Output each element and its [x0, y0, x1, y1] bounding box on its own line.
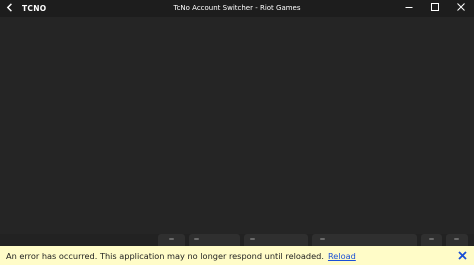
close-icon — [457, 249, 467, 263]
error-banner: An error has occurred. This application … — [0, 246, 474, 265]
platform-button[interactable] — [158, 234, 185, 246]
maximize-icon — [431, 3, 439, 14]
account-list-area — [0, 17, 474, 234]
upload-button[interactable] — [421, 234, 442, 246]
bottom-toolbar — [0, 234, 474, 246]
help-button[interactable] — [446, 234, 468, 246]
maximize-button[interactable] — [422, 0, 448, 17]
close-icon — [457, 3, 465, 14]
minimize-button[interactable] — [396, 0, 422, 17]
back-button[interactable] — [0, 0, 20, 17]
add-account-button[interactable] — [189, 234, 240, 246]
dismiss-button[interactable] — [455, 246, 469, 265]
arrow-left-icon — [6, 2, 15, 15]
title-bar: TCNO TcNo Account Switcher - Riot Games — [0, 0, 474, 17]
reload-link[interactable]: Reload — [328, 251, 356, 261]
error-message: An error has occurred. This application … — [6, 250, 324, 261]
minimize-icon — [405, 3, 413, 14]
window-controls — [396, 0, 474, 17]
settings-button[interactable] — [312, 234, 417, 246]
import-button[interactable] — [244, 234, 308, 246]
close-window-button[interactable] — [448, 0, 474, 17]
app-logo: TCNO — [22, 4, 47, 13]
